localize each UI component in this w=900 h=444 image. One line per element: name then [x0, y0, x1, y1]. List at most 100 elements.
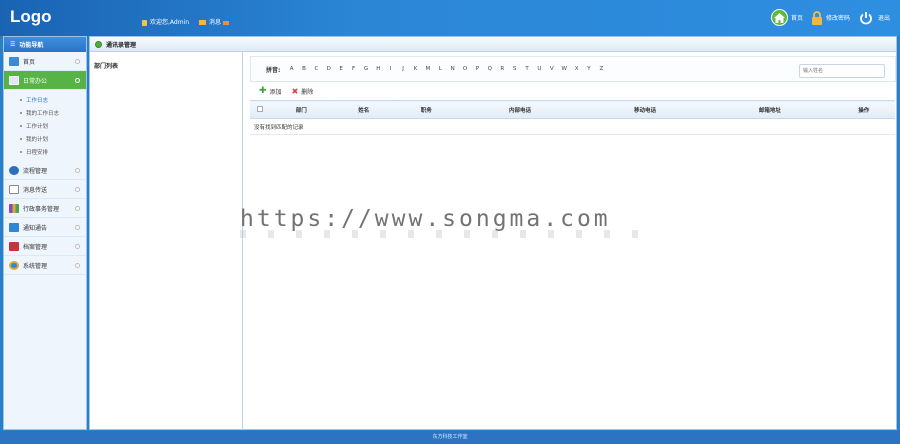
- contact-content: 拼音: A B C D E F G H I J K M L N O P Q R …: [250, 56, 896, 426]
- user-icon: [142, 19, 147, 26]
- pinyin-letter-a[interactable]: A: [285, 66, 297, 72]
- pinyin-filter-bar: 拼音: A B C D E F G H I J K M L N O P Q R …: [250, 56, 896, 82]
- pinyin-letter-y[interactable]: Y: [583, 66, 595, 72]
- column-header-department[interactable]: 部门: [270, 100, 333, 119]
- calendar-icon: [9, 75, 19, 85]
- pinyin-letter-u[interactable]: U: [533, 66, 545, 72]
- plus-circle-icon: [95, 40, 102, 48]
- book-icon: [9, 241, 19, 251]
- submenu-item-my-plan[interactable]: 我的计划: [4, 132, 86, 145]
- name-search-input[interactable]: [799, 64, 885, 78]
- department-panel: 部门列表: [90, 52, 243, 430]
- expand-dot-icon: [75, 59, 80, 64]
- select-all-header[interactable]: [250, 100, 270, 119]
- empty-message: 没有找到匹配的记录: [250, 118, 895, 135]
- column-header-position[interactable]: 职务: [395, 100, 458, 119]
- expand-dot-icon: [75, 187, 80, 192]
- pinyin-letter-e[interactable]: E: [335, 66, 347, 72]
- sidebar-submenu: 工作日志 我的工作日志 工作计划 我的计划 日程安排: [4, 90, 86, 161]
- plus-icon: ✚: [259, 86, 267, 96]
- pinyin-letter-x[interactable]: X: [570, 66, 582, 72]
- top-header: Logo 欢迎您,Admin 消息 首页 修改密码 退出: [0, 0, 900, 36]
- sidebar-item-admin-affairs[interactable]: 行政事务管理: [4, 199, 86, 218]
- sidebar-item-archives[interactable]: 档案管理: [4, 237, 86, 256]
- pinyin-letter-d[interactable]: D: [323, 66, 335, 72]
- flow-icon: [9, 165, 19, 175]
- sidebar-item-notices[interactable]: 通知通告: [4, 218, 86, 237]
- table-header-row: 部门 姓名 职务 内部电话 移动电话 邮箱地址 操作: [250, 100, 895, 119]
- pinyin-letter-c[interactable]: C: [310, 66, 322, 72]
- expand-dot-icon: [75, 78, 80, 83]
- messages-link[interactable]: 消息: [199, 17, 230, 26]
- chart-icon: [9, 203, 19, 213]
- column-header-name[interactable]: 姓名: [332, 100, 396, 119]
- watermark-text: https://www.songma.com: [240, 206, 611, 232]
- delete-button[interactable]: ✖ 删除: [292, 87, 314, 96]
- pinyin-letter-i[interactable]: I: [385, 66, 397, 72]
- menu-icon: ☰: [10, 41, 16, 48]
- column-header-mobile-phone[interactable]: 移动电话: [582, 100, 708, 119]
- pinyin-letter-m[interactable]: M: [422, 66, 434, 72]
- logout-button[interactable]: 退出: [858, 9, 890, 26]
- page-title: 通讯录管理: [106, 41, 137, 49]
- sidebar-item-messages[interactable]: 消息传送: [4, 180, 86, 199]
- sidebar-item-system[interactable]: 系统管理: [4, 256, 86, 275]
- submenu-item-my-work-log[interactable]: 我的工作日志: [4, 106, 86, 119]
- top-nav: 首页 修改密码 退出: [770, 9, 890, 26]
- sidebar: ☰ 功能导航 首页 日常办公 工作日志 我的工作日志 工作计划 我的计划 日程安…: [3, 36, 87, 430]
- pinyin-letter-g[interactable]: G: [360, 66, 372, 72]
- change-password-button[interactable]: 修改密码: [811, 10, 850, 25]
- welcome-bar: 欢迎您,Admin 消息: [142, 17, 230, 26]
- power-icon: [858, 9, 875, 26]
- submenu-item-work-log[interactable]: 工作日志: [4, 93, 86, 106]
- pinyin-letter-w[interactable]: W: [558, 66, 570, 72]
- pinyin-letter-h[interactable]: H: [372, 66, 384, 72]
- pinyin-letter-j[interactable]: J: [397, 66, 409, 72]
- expand-dot-icon: [75, 225, 80, 230]
- mail-icon: [199, 20, 207, 25]
- sidebar-item-process[interactable]: 流程管理: [4, 161, 86, 180]
- pinyin-letter-r[interactable]: R: [496, 66, 508, 72]
- table-row: 没有找到匹配的记录: [250, 118, 895, 135]
- envelope-icon: [9, 184, 19, 194]
- settings-icon: [9, 260, 19, 270]
- column-header-actions: 操作: [832, 100, 895, 119]
- pinyin-letter-n[interactable]: N: [446, 66, 458, 72]
- pinyin-letter-p[interactable]: P: [471, 66, 483, 72]
- home-icon: [770, 9, 788, 26]
- pinyin-letter-o[interactable]: O: [459, 66, 471, 72]
- toolbar: ✚ 添加 ✖ 删除: [250, 82, 896, 100]
- expand-dot-icon: [75, 244, 80, 249]
- welcome-text: 欢迎您,Admin: [142, 17, 189, 26]
- watermark-reflection: [240, 230, 660, 238]
- pinyin-letter-k[interactable]: K: [409, 66, 421, 72]
- pinyin-letter-t[interactable]: T: [521, 66, 533, 72]
- pinyin-letter-b[interactable]: B: [298, 66, 310, 72]
- lock-icon: [811, 10, 823, 25]
- expand-dot-icon: [75, 263, 80, 268]
- sidebar-item-home[interactable]: 首页: [4, 52, 86, 71]
- add-button[interactable]: ✚ 添加: [259, 86, 282, 96]
- logo: Logo: [10, 7, 52, 26]
- home-button[interactable]: 首页: [770, 9, 803, 26]
- submenu-item-schedule[interactable]: 日程安排: [4, 145, 86, 158]
- sidebar-header: ☰ 功能导航: [4, 37, 86, 52]
- pinyin-letter-l[interactable]: L: [434, 66, 446, 72]
- footer: 东方科技工作室: [0, 431, 900, 444]
- delete-icon: ✖: [291, 86, 299, 96]
- message-badge: [223, 20, 230, 25]
- pinyin-letter-q[interactable]: Q: [484, 66, 496, 72]
- notice-icon: [9, 222, 19, 232]
- expand-dot-icon: [75, 168, 80, 173]
- column-header-internal-phone[interactable]: 内部电话: [457, 100, 583, 119]
- pinyin-letter-f[interactable]: F: [347, 66, 359, 72]
- pinyin-letter-z[interactable]: Z: [595, 66, 607, 72]
- column-header-email[interactable]: 邮箱地址: [707, 100, 833, 119]
- pinyin-letter-s[interactable]: S: [508, 66, 520, 72]
- department-list-title: 部门列表: [94, 63, 119, 70]
- sidebar-item-daily-office[interactable]: 日常办公: [4, 71, 86, 90]
- submenu-item-work-plan[interactable]: 工作计划: [4, 119, 86, 132]
- expand-dot-icon: [75, 206, 80, 211]
- select-all-checkbox[interactable]: [257, 105, 263, 112]
- pinyin-letter-v[interactable]: V: [546, 66, 558, 72]
